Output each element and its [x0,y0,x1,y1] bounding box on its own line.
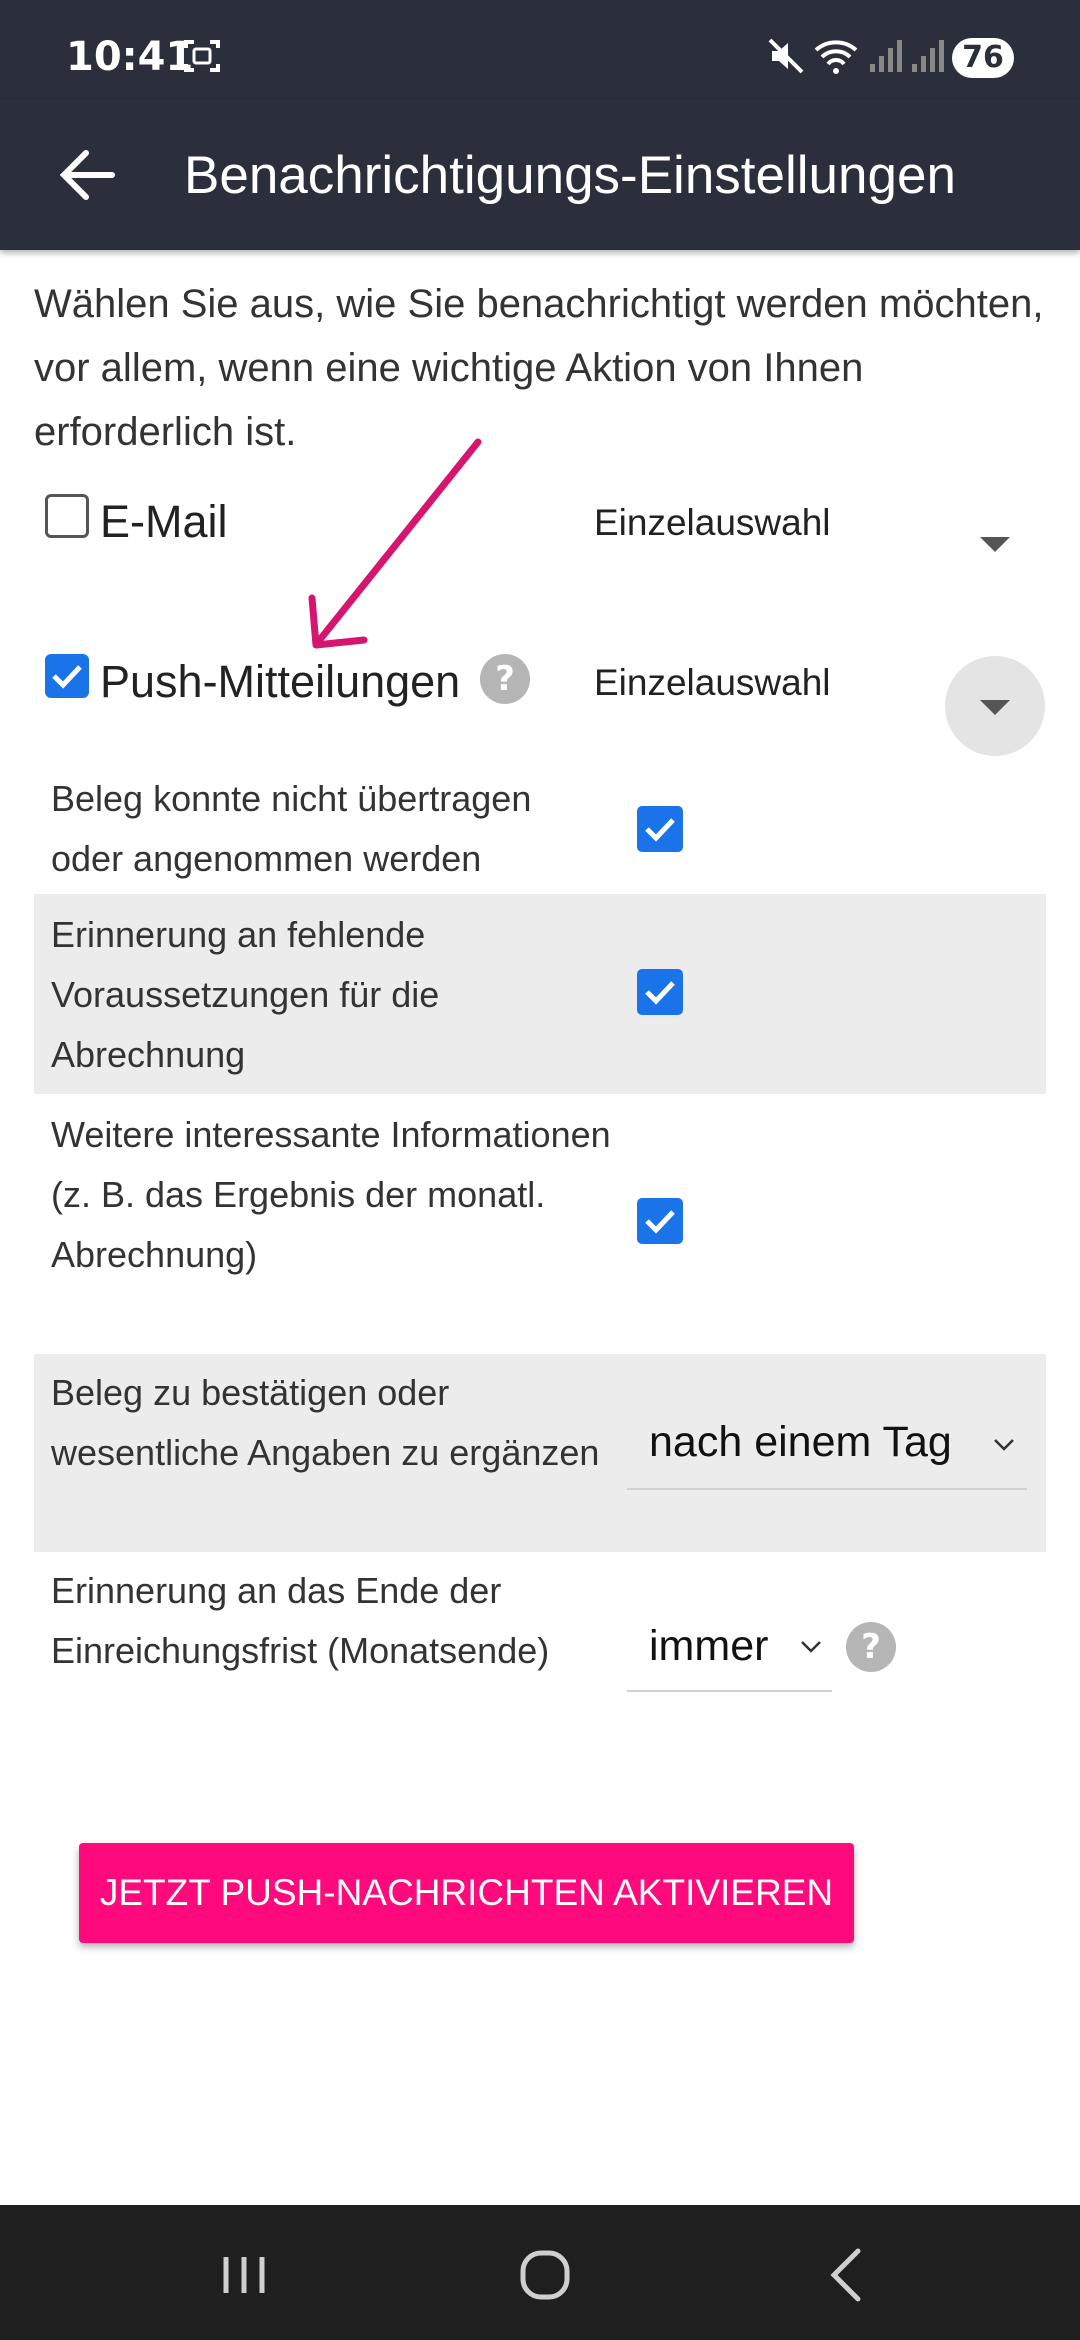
setting-label: Erinnerung an das Ende der Einreichungsf… [51,1570,550,1671]
wifi-icon [812,36,860,81]
signal-icon [910,36,946,81]
transfer-failed-checkbox[interactable] [637,806,683,852]
signal-icon [868,36,904,81]
deadline-reminder-select[interactable]: immer [627,1602,832,1692]
arrow-left-icon [59,150,115,200]
setting-label: Weitere interessante Informationen (z. B… [51,1114,611,1275]
checkmark-icon [645,818,675,842]
checkmark-icon [52,665,82,689]
chevron-down-icon[interactable] [980,700,1010,715]
setting-label: Beleg zu bestätigen oder wesentliche Ang… [51,1372,600,1473]
page-title: Benachrichtigungs-Einstellungen [184,146,956,205]
screenshot-icon [182,36,222,81]
checkmark-icon [645,1210,675,1234]
channel-row-push: Push-Mitteilungen ? Einzelauswahl [0,636,1080,736]
channel-label-email: E-Mail [100,496,228,547]
confirm-receipt-select[interactable]: nach einem Tag [627,1398,1027,1490]
mute-icon [766,36,806,81]
setting-row-deadline-reminder: Erinnerung an das Ende der Einreichungsf… [34,1552,1046,1750]
chevron-down-icon [994,1439,1014,1451]
select-value: nach einem Tag [649,1418,952,1466]
setting-row-missing-requirements: Erinnerung an fehlende Voraussetzungen f… [34,894,1046,1094]
status-bar: 10:41 76 [0,0,1080,100]
channel-label-push: Push-Mitteilungen [100,656,461,707]
chevron-down-icon[interactable] [980,537,1010,552]
email-mode-select[interactable]: Einzelauswahl [594,502,831,544]
recent-apps-icon[interactable] [204,2235,284,2315]
help-icon[interactable]: ? [846,1622,896,1672]
back-button[interactable] [52,145,122,205]
back-icon[interactable] [806,2235,886,2315]
status-time: 10:41 [66,34,194,80]
app-bar: Benachrichtigungs-Einstellungen [0,100,1080,250]
further-info-checkbox[interactable] [637,1198,683,1244]
activate-push-button[interactable]: JETZT PUSH-NACHRICHTEN AKTIVIEREN [79,1843,854,1943]
setting-label: Erinnerung an fehlende Voraussetzungen f… [51,914,440,1075]
push-checkbox[interactable] [45,654,89,698]
battery-indicator: 76 [952,38,1014,78]
channel-row-email: E-Mail Einzelauswahl [0,478,1080,578]
missing-requirements-checkbox[interactable] [637,969,683,1015]
select-value: immer [649,1622,769,1670]
setting-row-transfer-failed: Beleg konnte nicht übertragen oder angen… [34,764,1046,894]
checkmark-icon [645,981,675,1005]
intro-text: Wählen Sie aus, wie Sie benachrichtigt w… [34,282,1044,454]
push-mode-select[interactable]: Einzelauswahl [594,662,831,704]
chevron-down-icon [801,1641,821,1653]
setting-row-further-info: Weitere interessante Informationen (z. B… [34,1094,1046,1354]
annotation-arrow [308,438,482,649]
setting-row-confirm-receipt: Beleg zu bestätigen oder wesentliche Ang… [34,1354,1046,1552]
setting-label: Beleg konnte nicht übertragen oder angen… [51,778,532,879]
help-icon[interactable]: ? [480,654,530,704]
email-checkbox[interactable] [45,494,89,538]
navigation-bar [0,2205,1080,2340]
home-icon[interactable] [505,2235,585,2315]
